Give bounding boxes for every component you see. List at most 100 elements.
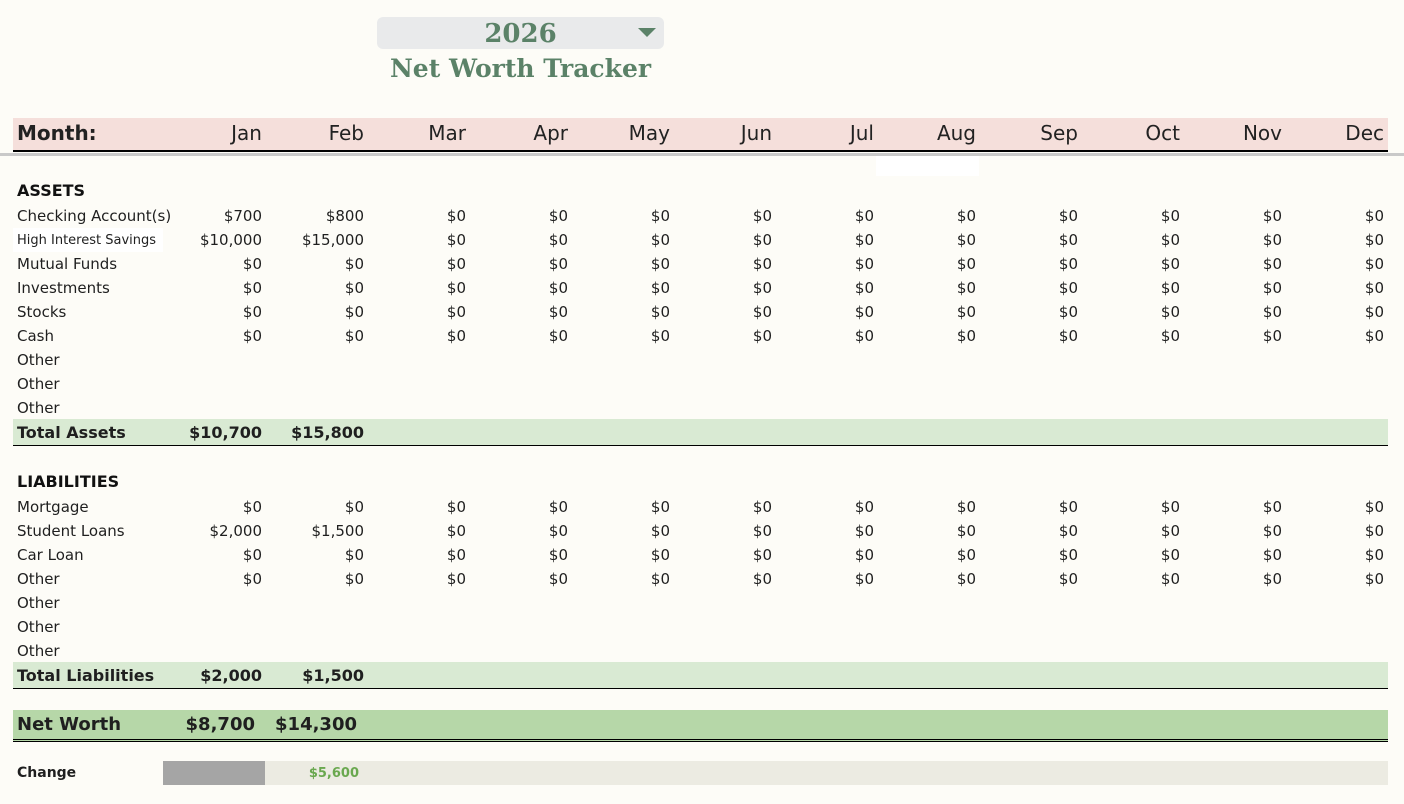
liability-cell-nov: $0 xyxy=(1262,522,1282,540)
asset-cell-oct: $0 xyxy=(1160,279,1180,297)
asset-cell-sep: $0 xyxy=(1058,231,1078,249)
asset-cell-may: $0 xyxy=(650,255,670,273)
month-header-row: Month: Jan Feb Mar Apr May Jun Jul Aug Sep Oct Nov… xyxy=(13,118,1388,152)
asset-cell-mar: $0 xyxy=(446,327,466,345)
asset-cell-nov: $0 xyxy=(1262,231,1282,249)
asset-cell-apr: $0 xyxy=(548,231,568,249)
asset-cell-apr: $0 xyxy=(548,207,568,225)
asset-cell-oct: $0 xyxy=(1160,303,1180,321)
total-assets-jan: $10,700 xyxy=(189,423,262,442)
page-title: Net Worth Tracker xyxy=(389,54,652,83)
month-header-sep: Sep xyxy=(1040,121,1078,145)
asset-cell-oct: $0 xyxy=(1160,231,1180,249)
liability-cell-aug: $0 xyxy=(956,522,976,540)
liability-cell-mar: $0 xyxy=(446,498,466,516)
liability-cell-may: $0 xyxy=(650,546,670,564)
asset-cell-may: $0 xyxy=(650,279,670,297)
asset-row-label: High Interest Savings xyxy=(17,233,157,248)
caret-down-icon[interactable] xyxy=(638,28,656,37)
asset-cell-may: $0 xyxy=(650,303,670,321)
asset-cell-apr: $0 xyxy=(548,327,568,345)
total-liabilities-jan: $2,000 xyxy=(200,666,262,685)
liability-cell-aug: $0 xyxy=(956,546,976,564)
liability-row: Mortgage $0 $0 $0 $0 $0 $0 $0 $0 $0 $0 $0 $0 xyxy=(0,495,1404,519)
month-header-may: May xyxy=(628,121,670,145)
liability-cell-jun: $0 xyxy=(752,522,772,540)
asset-cell-may: $0 xyxy=(650,231,670,249)
asset-row-label: Cash xyxy=(17,327,54,345)
asset-cell-oct: $0 xyxy=(1160,255,1180,273)
year-dropdown[interactable]: 2026 xyxy=(377,17,664,49)
month-header-label: Month: xyxy=(17,121,97,145)
asset-cell-nov: $0 xyxy=(1262,303,1282,321)
liability-cell-nov: $0 xyxy=(1262,546,1282,564)
liability-cell-jun: $0 xyxy=(752,546,772,564)
month-header-mar: Mar xyxy=(428,121,466,145)
asset-row: Stocks $0 $0 $0 $0 $0 $0 $0 $0 $0 $0 $0 $0 xyxy=(0,300,1404,324)
liability-cell-apr: $0 xyxy=(548,546,568,564)
net-worth-label: Net Worth xyxy=(17,714,122,735)
liability-cell-jan: $2,000 xyxy=(209,522,263,540)
month-header-jul: Jul xyxy=(849,121,874,145)
total-liabilities-feb: $1,500 xyxy=(302,666,364,685)
asset-cell-feb: $0 xyxy=(344,255,364,273)
liability-cell-dec: $0 xyxy=(1364,498,1384,516)
asset-cell-aug: $0 xyxy=(956,303,976,321)
asset-cell-apr: $0 xyxy=(548,303,568,321)
liability-cell-feb: $0 xyxy=(344,546,364,564)
asset-cell-jan: $0 xyxy=(242,303,262,321)
liability-cell-oct: $0 xyxy=(1160,570,1180,588)
asset-cell-mar: $0 xyxy=(446,255,466,273)
liability-row-label: Other xyxy=(17,618,60,636)
asset-cell-sep: $0 xyxy=(1058,255,1078,273)
month-header-jun: Jun xyxy=(740,121,772,145)
asset-row: Investments $0 $0 $0 $0 $0 $0 $0 $0 $0 $0 $0 $0 xyxy=(0,276,1404,300)
asset-cell-dec: $0 xyxy=(1364,207,1384,225)
asset-cell-jan: $0 xyxy=(242,255,262,273)
asset-cell-jan: $0 xyxy=(242,327,262,345)
asset-row: Other xyxy=(0,396,1404,420)
liability-cell-mar: $0 xyxy=(446,546,466,564)
liability-row-label: Car Loan xyxy=(17,546,84,564)
liability-cell-jul: $0 xyxy=(854,522,874,540)
asset-cell-may: $0 xyxy=(650,327,670,345)
asset-cell-jan: $700 xyxy=(223,207,262,225)
asset-row-label: Other xyxy=(17,375,60,393)
asset-cell-jun: $0 xyxy=(752,255,772,273)
month-header-apr: Apr xyxy=(533,121,568,145)
liability-cell-sep: $0 xyxy=(1058,570,1078,588)
asset-cell-apr: $0 xyxy=(548,255,568,273)
net-worth-row: Net Worth $8,700 $14,300 xyxy=(13,710,1388,742)
asset-row-label: Other xyxy=(17,399,60,417)
liability-cell-oct: $0 xyxy=(1160,498,1180,516)
net-worth-feb: $14,300 xyxy=(275,714,357,735)
cell-highlight xyxy=(876,156,979,176)
liability-cell-jul: $0 xyxy=(854,498,874,516)
asset-cell-sep: $0 xyxy=(1058,207,1078,225)
asset-cell-dec: $0 xyxy=(1364,231,1384,249)
asset-row: Other xyxy=(0,372,1404,396)
liability-cell-apr: $0 xyxy=(548,522,568,540)
asset-cell-aug: $0 xyxy=(956,327,976,345)
liability-cell-apr: $0 xyxy=(548,570,568,588)
asset-cell-jul: $0 xyxy=(854,327,874,345)
liability-row: Other xyxy=(0,615,1404,639)
asset-cell-oct: $0 xyxy=(1160,207,1180,225)
liability-cell-aug: $0 xyxy=(956,498,976,516)
asset-cell-nov: $0 xyxy=(1262,279,1282,297)
asset-cell-jul: $0 xyxy=(854,279,874,297)
liability-cell-jun: $0 xyxy=(752,498,772,516)
liability-cell-jan: $0 xyxy=(242,570,262,588)
liability-cell-jul: $0 xyxy=(854,570,874,588)
liability-row: Other $0 $0 $0 $0 $0 $0 $0 $0 $0 $0 $0 $0 xyxy=(0,567,1404,591)
liability-cell-sep: $0 xyxy=(1058,522,1078,540)
asset-cell-dec: $0 xyxy=(1364,255,1384,273)
asset-cell-jan: $0 xyxy=(242,279,262,297)
assets-section-title: ASSETS xyxy=(17,181,86,200)
change-jan-cell xyxy=(163,761,265,785)
liability-row: Other xyxy=(0,591,1404,615)
liability-cell-may: $0 xyxy=(650,570,670,588)
asset-cell-feb: $0 xyxy=(344,327,364,345)
liability-cell-oct: $0 xyxy=(1160,546,1180,564)
liability-cell-feb: $1,500 xyxy=(311,522,365,540)
